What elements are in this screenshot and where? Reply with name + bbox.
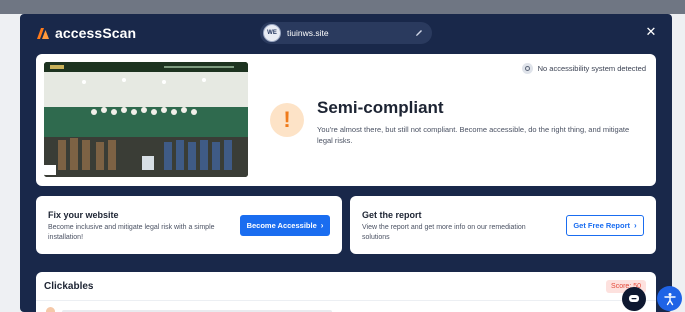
become-accessible-label: Become Accessible — [246, 221, 317, 230]
chat-icon[interactable] — [622, 287, 646, 311]
become-accessible-button[interactable]: Become Accessible › — [240, 215, 330, 236]
site-avatar: WE — [263, 24, 281, 42]
brand-name: accessScan — [55, 25, 137, 41]
chevron-right-icon: › — [320, 220, 324, 230]
warning-icon: ! — [270, 103, 304, 137]
clickables-section: Clickables Score: 50 — [36, 272, 656, 312]
detection-status-icon — [521, 63, 533, 74]
pencil-icon[interactable] — [414, 28, 424, 38]
modal-header: accessScan WE tiuinws.site ✕ — [20, 14, 672, 54]
brand-logo: accessScan — [36, 25, 136, 41]
accessibility-system-detection: No accessibility system detected — [521, 63, 646, 74]
get-report-description: View the report and get more info on our… — [362, 224, 526, 241]
accessibility-icon[interactable] — [657, 286, 682, 311]
compliance-status-description: You're almost there, but still not compl… — [317, 125, 630, 145]
clickables-title: Clickables — [44, 281, 94, 292]
get-free-report-label: Get Free Report — [573, 221, 630, 230]
chevron-right-icon: › — [634, 220, 637, 230]
compliance-status-title: Semi-compliant — [317, 98, 444, 117]
accessscan-logo-icon — [37, 28, 49, 39]
section-divider — [36, 300, 656, 301]
get-report-title: Get the report — [362, 210, 422, 220]
fix-website-title: Fix your website — [48, 210, 119, 220]
status-dot-icon — [46, 307, 55, 312]
site-screenshot — [44, 62, 248, 177]
browser-chrome — [0, 0, 685, 14]
get-report-card: Get the report View the report and get m… — [350, 196, 656, 254]
site-screenshot-image — [44, 62, 248, 177]
fix-website-description: Become inclusive and mitigate legal risk… — [48, 224, 215, 241]
site-name: tiuinws.site — [287, 28, 329, 38]
chat-bubble-icon — [629, 295, 639, 302]
get-free-report-button[interactable]: Get Free Report › — [566, 215, 644, 236]
accessscan-modal: accessScan WE tiuinws.site ✕ No accessib… — [20, 14, 672, 312]
detection-text: No accessibility system detected — [537, 64, 646, 73]
close-icon[interactable]: ✕ — [644, 25, 658, 39]
site-selector[interactable]: WE tiuinws.site — [260, 22, 432, 44]
accessibility-figure-icon — [663, 292, 676, 305]
fix-website-card: Fix your website Become inclusive and mi… — [36, 196, 342, 254]
compliance-summary: No accessibility system detected ! Semi-… — [36, 54, 656, 186]
